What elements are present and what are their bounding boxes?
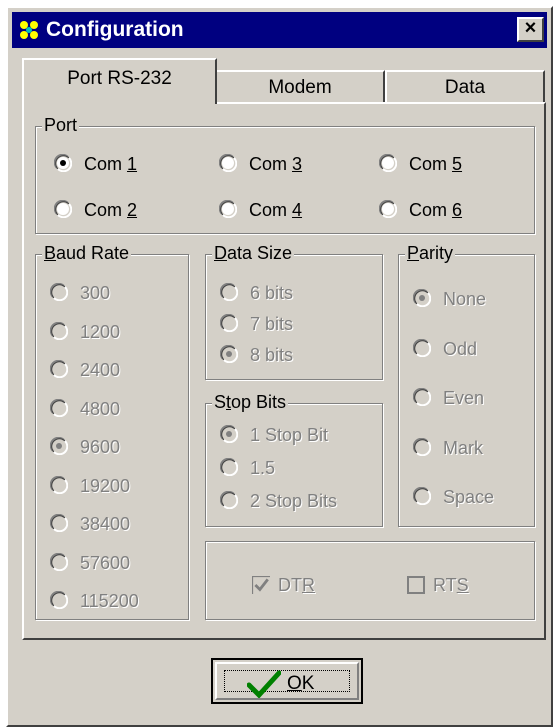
radio-icon — [413, 289, 431, 307]
radio-icon — [413, 338, 431, 357]
radio-label: Com 5 — [409, 154, 463, 174]
radio-label: None — [443, 289, 487, 309]
radio-label: Space — [443, 487, 495, 507]
config-app-icon — [18, 19, 40, 41]
tab-data[interactable]: Data — [385, 70, 545, 104]
radio-label: Com 2 — [84, 200, 138, 220]
radio-icon — [220, 314, 238, 332]
radio-icon — [50, 514, 68, 532]
tab-label: Data — [444, 77, 486, 98]
radio-icon — [220, 283, 238, 301]
radio-icon — [379, 154, 397, 172]
radio-label: Odd — [443, 338, 478, 359]
radio-label: 2 Stop Bits — [250, 491, 338, 511]
radio-label: 19200 — [80, 475, 131, 496]
configuration-dialog: Configuration × Modem Data Port RS-232 P… — [6, 6, 553, 727]
radio-icon — [54, 200, 72, 218]
radio-icon — [50, 552, 68, 571]
radio-icon — [54, 154, 72, 172]
checkmark-icon — [247, 670, 281, 698]
title-bar[interactable]: Configuration × — [12, 12, 547, 48]
radio-icon — [219, 200, 237, 218]
radio-label: 115200 — [80, 591, 139, 611]
radio-label: Com 6 — [409, 200, 463, 220]
radio-label: 1 Stop Bit — [250, 425, 329, 445]
radio-icon — [220, 458, 238, 476]
radio-label: 4800 — [80, 398, 121, 419]
radio-icon — [50, 591, 68, 609]
radio-icon — [220, 425, 238, 443]
radio-label: Mark — [443, 437, 483, 458]
radio-icon — [413, 388, 431, 406]
radio-label: 57600 — [80, 552, 131, 573]
close-button[interactable]: × — [517, 17, 544, 42]
port-legend: Port — [42, 114, 80, 136]
radio-label: Com 4 — [249, 200, 303, 220]
radio-label: 1200 — [80, 321, 121, 342]
radio-icon — [50, 398, 68, 417]
radio-icon — [220, 491, 238, 509]
tab-modem[interactable]: Modem — [215, 70, 385, 104]
radio-icon — [50, 321, 68, 340]
dtr-check-icon — [252, 576, 270, 594]
radio-label: 38400 — [80, 514, 131, 534]
data-size-group: Data Size 6 bits 7 bits 8 bits — [205, 242, 383, 380]
radio-label: Com 1 — [84, 154, 138, 174]
radio-label: 300 — [80, 283, 111, 303]
close-icon: × — [524, 17, 537, 39]
radio-icon — [219, 154, 237, 172]
ok-label: OK — [287, 673, 315, 694]
window-title: Configuration — [46, 18, 184, 41]
radio-label: Even — [443, 388, 485, 408]
baud-rate-group: Baud Rate 300 1200 2400 4800 9600 19200 … — [35, 242, 189, 620]
radio-label: 6 bits — [250, 283, 294, 303]
stop-bits-legend: Stop Bits — [212, 391, 289, 413]
baud-rate-legend: Baud Rate — [42, 242, 132, 264]
rts-box-icon — [407, 576, 425, 594]
radio-icon — [50, 437, 68, 455]
tab-port-rs232[interactable]: Port RS-232 — [22, 58, 217, 104]
radio-icon — [379, 200, 397, 218]
parity-group: Parity None Odd Even Mark Space — [398, 242, 535, 527]
radio-icon — [413, 437, 431, 456]
parity-legend: Parity — [405, 242, 456, 264]
ok-button[interactable]: OK — [211, 658, 363, 704]
radio-label: 7 bits — [250, 314, 294, 334]
port-group: Port Com 1 Com 3 Com 5 Com 2 Com 4 Com 6 — [35, 114, 535, 234]
radio-label: 8 bits — [250, 345, 294, 365]
radio-icon — [220, 345, 238, 363]
tab-label: Port RS-232 — [67, 68, 172, 89]
signals-group: DTR RTS — [205, 541, 535, 620]
radio-label: 1.5 — [250, 458, 276, 478]
radio-label: Com 3 — [249, 154, 303, 174]
radio-icon — [50, 360, 68, 378]
radio-label: 9600 — [80, 437, 121, 457]
tab-label: Modem — [268, 77, 332, 98]
stop-bits-group: Stop Bits 1 Stop Bit 1.5 2 Stop Bits — [205, 391, 383, 527]
radio-icon — [50, 283, 68, 301]
radio-label: 2400 — [80, 360, 121, 380]
radio-icon — [50, 475, 68, 494]
data-size-legend: Data Size — [212, 242, 295, 264]
radio-icon — [413, 487, 431, 505]
